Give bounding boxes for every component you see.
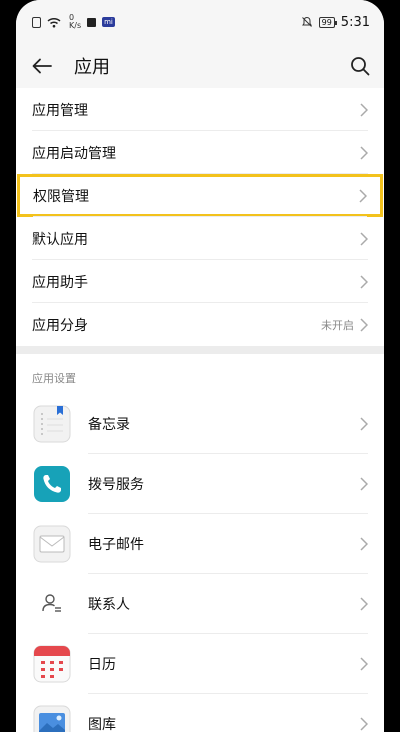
chevron-right-icon [360, 145, 368, 160]
back-arrow-icon[interactable] [32, 54, 56, 78]
chevron-right-icon [360, 274, 368, 289]
app-item-contacts[interactable]: 联系人 [16, 574, 384, 634]
app-chip-icon: mi [102, 17, 115, 27]
chevron-right-icon [360, 597, 368, 611]
mail-icon [32, 524, 72, 564]
chevron-right-icon [360, 317, 368, 332]
menu-item-default-apps[interactable]: 默认应用 [16, 217, 384, 260]
chevron-right-icon [360, 477, 368, 491]
app-menu-list: 应用管理 应用启动管理 权限管理 默认应用 应用助手 应用分身 未开启 [16, 88, 384, 346]
bell-mute-icon [301, 16, 312, 27]
net-speed-unit: K/s [69, 21, 82, 30]
wifi-icon [47, 17, 61, 27]
memo-icon [32, 404, 72, 444]
chevron-right-icon [359, 188, 367, 203]
page-title: 应用 [74, 57, 110, 78]
menu-item-app-launch-management[interactable]: 应用启动管理 [16, 131, 384, 174]
app-item-label: 图库 [88, 717, 116, 732]
chevron-right-icon [360, 417, 368, 431]
chevron-right-icon [360, 717, 368, 731]
net-speed: 0 K/s [69, 14, 81, 30]
app-item-gallery[interactable]: 图库 [16, 694, 384, 732]
section-title: 应用设置 [16, 354, 384, 394]
app-item-label: 电子邮件 [88, 537, 144, 553]
app-item-email[interactable]: 电子邮件 [16, 514, 384, 574]
phone-screen: 0 K/s mi 99 5:31 应用 应用管理 应用启动管理 权限管理 默认应… [16, 0, 384, 732]
app-header: 应用 [16, 44, 384, 88]
notification-icon [87, 17, 97, 27]
app-item-label: 日历 [88, 657, 116, 673]
status-left: 0 K/s mi [32, 14, 115, 30]
section-divider [16, 346, 384, 354]
battery-icon: 99 [318, 16, 338, 28]
menu-item-label: 应用管理 [32, 102, 88, 119]
contacts-icon [32, 584, 72, 624]
search-icon[interactable] [346, 54, 370, 78]
status-right: 99 5:31 [301, 15, 370, 30]
status-bar: 0 K/s mi 99 5:31 [16, 0, 384, 44]
app-item-label: 拨号服务 [88, 477, 144, 493]
menu-item-app-twin[interactable]: 应用分身 未开启 [16, 303, 384, 346]
chevron-right-icon [360, 231, 368, 246]
app-item-label: 联系人 [88, 597, 130, 613]
phone-icon [32, 464, 72, 504]
chevron-right-icon [360, 657, 368, 671]
menu-item-label: 应用分身 [32, 317, 88, 334]
chevron-right-icon [360, 537, 368, 551]
menu-item-label: 应用启动管理 [32, 145, 116, 162]
app-twin-status: 未开启 [321, 318, 354, 332]
app-item-memo[interactable]: 备忘录 [16, 394, 384, 454]
app-item-calendar[interactable]: 日历 [16, 634, 384, 694]
gallery-icon [32, 704, 72, 732]
menu-item-app-assistant[interactable]: 应用助手 [16, 260, 384, 303]
app-item-dialer[interactable]: 拨号服务 [16, 454, 384, 514]
chevron-right-icon [360, 102, 368, 117]
menu-item-label: 权限管理 [33, 188, 89, 205]
menu-item-app-management[interactable]: 应用管理 [16, 88, 384, 131]
sim-icon [32, 16, 41, 28]
app-settings-list: 备忘录 拨号服务 电子邮件 联系人 日历 图库 [16, 394, 384, 732]
menu-item-permission-management[interactable]: 权限管理 [17, 174, 383, 217]
calendar-icon [32, 644, 72, 684]
clock: 5:31 [340, 14, 370, 30]
app-item-label: 备忘录 [88, 417, 130, 433]
menu-item-label: 默认应用 [32, 231, 88, 248]
menu-item-label: 应用助手 [32, 274, 88, 291]
